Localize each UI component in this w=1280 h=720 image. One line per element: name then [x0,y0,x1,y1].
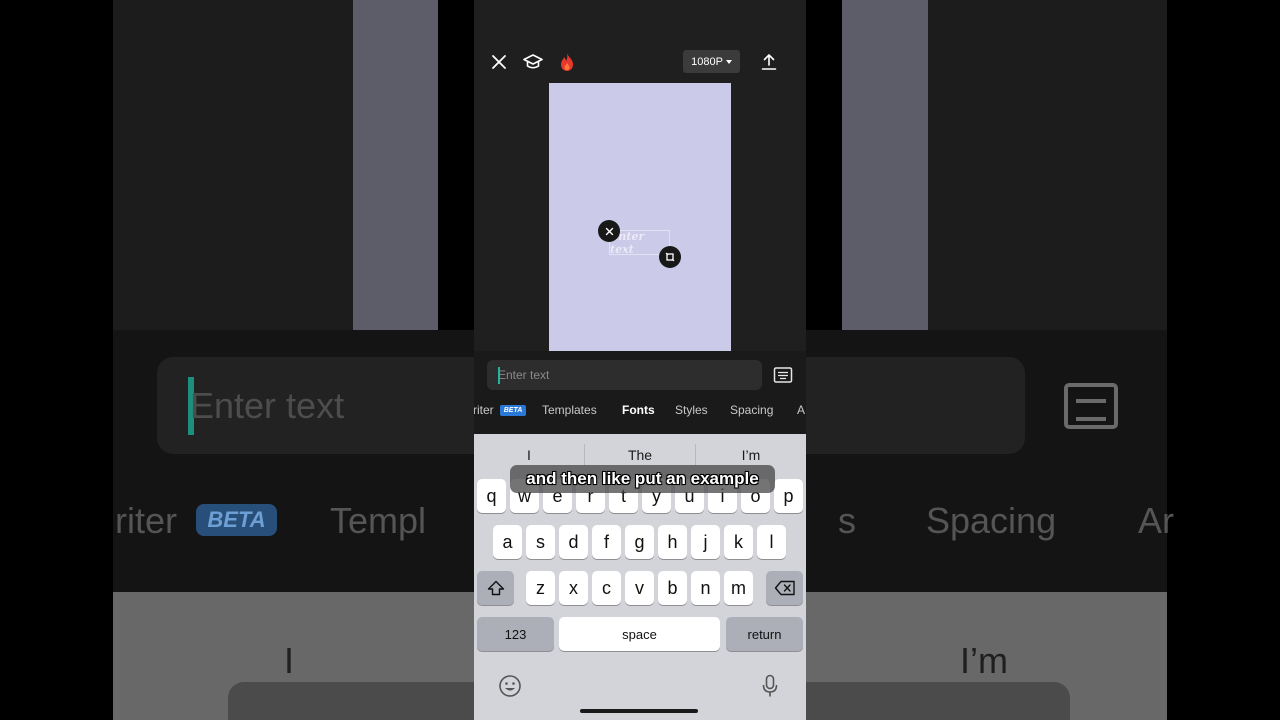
bg-beta-badge: BETA [196,504,277,536]
beta-badge: BETA [500,405,526,416]
key-b[interactable]: b [658,571,687,605]
key-d[interactable]: d [559,525,588,559]
bg-suggestion: I [284,640,295,681]
key-m[interactable]: m [724,571,753,605]
emoji-icon[interactable] [497,673,523,699]
key-n[interactable]: n [691,571,720,605]
backspace-icon[interactable] [766,571,803,605]
flame-icon[interactable] [555,50,579,74]
key-z[interactable]: z [526,571,555,605]
close-icon[interactable] [487,50,511,74]
bg-tab-more: Ar [1138,500,1174,541]
key-h[interactable]: h [658,525,687,559]
editor-tabs: riter BETA Templates Fonts Styles Spacin… [474,401,806,421]
tab-ai-writer[interactable]: riter [474,403,494,417]
bg-keyboard-icon [1064,383,1118,429]
key-f[interactable]: f [592,525,621,559]
bg-topbar-left [113,0,353,330]
key-j[interactable]: j [691,525,720,559]
bg-input-placeholder: Enter text [190,385,345,426]
resize-rotate-handle[interactable] [659,246,681,268]
video-canvas[interactable]: Enter text [549,83,731,351]
bg-tab-templates: Templ [330,500,427,541]
text-input-placeholder: Enter text [498,368,550,382]
numbers-key[interactable]: 123 [477,617,554,651]
text-editor-panel: Enter text riter BETA Templates Fonts St… [474,351,806,434]
keyboard-icon[interactable] [773,366,793,384]
upload-icon[interactable] [757,50,781,74]
tab-spacing[interactable]: Spacing [730,403,773,417]
bg-tab-styles: s [838,500,856,541]
key-v[interactable]: v [625,571,654,605]
bg-suggestion: I’m [960,640,1008,681]
tab-more[interactable]: A [797,403,805,417]
suggestion-item[interactable]: I [474,447,584,463]
home-indicator [580,709,698,713]
suggestion-item[interactable]: I’m [696,447,806,463]
key-l[interactable]: l [757,525,786,559]
tab-styles[interactable]: Styles [675,403,708,417]
delete-text-handle[interactable] [598,220,620,242]
key-p[interactable]: p [774,479,803,513]
key-s[interactable]: s [526,525,555,559]
bg-tab-spacing: Spacing [926,500,1057,541]
microphone-icon[interactable] [757,673,783,699]
subtitle-caption: and then like put an example [510,465,775,493]
key-a[interactable]: a [493,525,522,559]
bg-topbar-right [928,0,1167,330]
bg-canvas-left [353,0,438,330]
phone-screen: 1080P Enter text Enter text riter BETA T… [474,0,806,720]
tab-fonts[interactable]: Fonts [622,403,655,417]
bg-canvas-right [842,0,928,330]
key-x[interactable]: x [559,571,588,605]
resolution-selector[interactable]: 1080P [683,50,740,73]
key-q[interactable]: q [477,479,506,513]
tab-templates[interactable]: Templates [542,403,597,417]
text-input-field[interactable]: Enter text [487,360,762,390]
chevron-down-icon [725,59,732,64]
suggestion-item[interactable]: The [585,447,695,463]
resolution-label: 1080P [691,55,723,68]
return-key[interactable]: return [726,617,803,651]
key-c[interactable]: c [592,571,621,605]
graduation-cap-icon[interactable] [521,50,545,74]
bg-tab-writer: riter [115,500,177,541]
space-key[interactable]: space [559,617,720,651]
shift-icon[interactable] [477,571,514,605]
key-g[interactable]: g [625,525,654,559]
key-k[interactable]: k [724,525,753,559]
